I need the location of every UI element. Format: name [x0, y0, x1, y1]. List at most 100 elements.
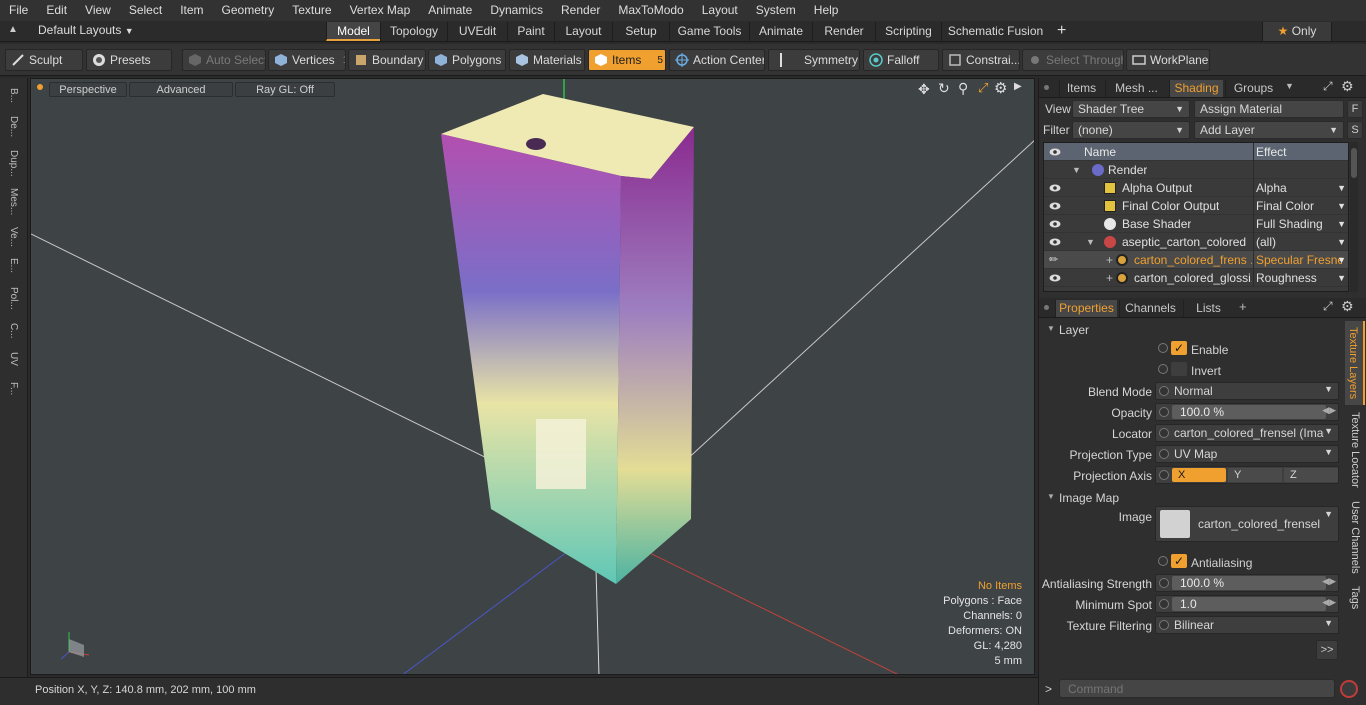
- axis-z-option[interactable]: Z: [1284, 468, 1338, 482]
- aa-strength-slider[interactable]: 100.0 % ◀▶: [1155, 574, 1339, 592]
- tree-row-effect[interactable]: Alpha: [1256, 179, 1336, 197]
- left-tab-deform[interactable]: De...: [4, 112, 22, 142]
- tab-paint[interactable]: Paint: [507, 22, 554, 41]
- menu-item[interactable]: Item: [171, 0, 212, 21]
- slider-arrows-icon[interactable]: ◀▶: [1322, 597, 1336, 608]
- more-button[interactable]: >>: [1316, 640, 1338, 660]
- add-layer-dropdown[interactable]: Add Layer ▼: [1194, 121, 1344, 139]
- min-spot-slider[interactable]: 1.0 ◀▶: [1155, 595, 1339, 613]
- add-tab-button[interactable]: +: [1239, 299, 1247, 314]
- left-tab-curve[interactable]: C...: [4, 318, 22, 344]
- menu-geometry[interactable]: Geometry: [213, 0, 284, 21]
- side-tab-texture-layers[interactable]: Texture Layers: [1345, 321, 1365, 405]
- keyframe-dot-icon[interactable]: [1159, 620, 1169, 630]
- menu-texture[interactable]: Texture: [283, 0, 340, 21]
- auto-select-button[interactable]: Auto Select: [182, 49, 266, 71]
- tab-lists[interactable]: Lists: [1183, 300, 1233, 317]
- eye-icon[interactable]: [1049, 218, 1061, 230]
- advanced-button[interactable]: Advanced: [129, 82, 233, 97]
- carton-model[interactable]: [441, 94, 694, 584]
- panel-menu-dot-icon[interactable]: [1044, 85, 1049, 90]
- column-effect[interactable]: Effect: [1256, 143, 1336, 161]
- antialiasing-checkbox[interactable]: ✓: [1155, 553, 1189, 571]
- left-tab-vertex[interactable]: Ve...: [4, 224, 22, 250]
- s-button[interactable]: S: [1347, 121, 1363, 139]
- viewport-menu-dot-icon[interactable]: [37, 84, 43, 90]
- menu-file[interactable]: File: [0, 0, 37, 21]
- menu-system[interactable]: System: [747, 0, 805, 21]
- items-button[interactable]: Items 5: [588, 49, 666, 71]
- opacity-slider[interactable]: 100.0 % ◀▶: [1155, 403, 1339, 421]
- layout-selector[interactable]: Default Layouts ▼: [38, 23, 134, 37]
- blend-mode-dropdown[interactable]: Normal ▼: [1155, 382, 1339, 400]
- assign-material-button[interactable]: Assign Material: [1194, 100, 1344, 118]
- side-tab-texture-locator[interactable]: Texture Locator: [1345, 409, 1365, 491]
- eye-icon[interactable]: [1049, 182, 1061, 194]
- menu-view[interactable]: View: [76, 0, 120, 21]
- symmetry-button[interactable]: Symmetry: [768, 49, 860, 71]
- panel-maximize-icon[interactable]: ⤢: [1323, 79, 1333, 94]
- chevron-down-icon[interactable]: ▼: [1337, 179, 1346, 197]
- keyframe-dot-icon[interactable]: [1158, 364, 1168, 374]
- workplane-button[interactable]: WorkPlane: [1126, 49, 1210, 71]
- menu-select[interactable]: Select: [120, 0, 171, 21]
- select-through-button[interactable]: Select Through: [1022, 49, 1124, 71]
- tree-row-effect[interactable]: Specular Fresnel: [1256, 251, 1342, 269]
- image-selector[interactable]: carton_colored_frensel ▼: [1155, 506, 1339, 542]
- tab-game-tools[interactable]: Game Tools: [669, 22, 749, 41]
- chevron-down-icon[interactable]: ▼: [1337, 197, 1346, 215]
- menu-render[interactable]: Render: [552, 0, 609, 21]
- tree-row-effect[interactable]: Final Color: [1256, 197, 1336, 215]
- tree-row-fresnel-texture[interactable]: ✏ + carton_colored_frens ... Specular Fr…: [1044, 251, 1348, 269]
- layout-arrow-icon[interactable]: ▲: [8, 24, 18, 35]
- f-button[interactable]: F: [1347, 100, 1363, 118]
- tabs-dropdown-icon[interactable]: ▼: [1285, 81, 1294, 91]
- menu-animate[interactable]: Animate: [419, 0, 481, 21]
- tree-row-alpha-output[interactable]: Alpha Output Alpha ▼: [1044, 179, 1348, 197]
- tab-setup[interactable]: Setup: [612, 22, 669, 41]
- perspective-button[interactable]: Perspective: [49, 82, 127, 97]
- tab-schematic-fusion[interactable]: Schematic Fusion: [941, 22, 1049, 41]
- eye-icon[interactable]: [1049, 200, 1061, 212]
- tree-row-effect[interactable]: Roughness: [1256, 269, 1336, 287]
- tab-render[interactable]: Render: [812, 22, 875, 41]
- tab-mesh[interactable]: Mesh ...: [1105, 80, 1167, 97]
- constraints-button[interactable]: Constrai...: [942, 49, 1020, 71]
- filter-dropdown[interactable]: (none) ▼: [1072, 121, 1190, 139]
- menu-edit[interactable]: Edit: [37, 0, 76, 21]
- tree-row-effect[interactable]: (all): [1256, 233, 1336, 251]
- tab-channels[interactable]: Channels: [1119, 300, 1181, 317]
- tab-scripting[interactable]: Scripting: [875, 22, 941, 41]
- tab-uvedit[interactable]: UVEdit: [447, 22, 507, 41]
- expand-arrow-icon[interactable]: ▼: [1072, 161, 1081, 179]
- move-view-icon[interactable]: ✥: [918, 81, 930, 98]
- viewport-expand-arrow-icon[interactable]: ▶: [1014, 81, 1022, 92]
- tree-row-material-mask[interactable]: ▼ aseptic_carton_colored ... (all) ▼: [1044, 233, 1348, 251]
- tree-scrollbar[interactable]: [1350, 142, 1358, 292]
- keyframe-dot-icon[interactable]: [1159, 470, 1169, 480]
- slider-arrows-icon[interactable]: ◀▶: [1322, 405, 1336, 416]
- keyframe-dot-icon[interactable]: [1159, 386, 1169, 396]
- menu-vertex-map[interactable]: Vertex Map: [341, 0, 420, 21]
- action-center-button[interactable]: Action Center: [669, 49, 765, 71]
- falloff-button[interactable]: Falloff: [863, 49, 939, 71]
- tab-topology[interactable]: Topology: [380, 22, 447, 41]
- projection-type-dropdown[interactable]: UV Map ▼: [1155, 445, 1339, 463]
- keyframe-dot-icon[interactable]: [1159, 599, 1169, 609]
- left-tab-duplicate[interactable]: Dup...: [4, 146, 22, 180]
- texture-filtering-dropdown[interactable]: Bilinear ▼: [1155, 616, 1339, 634]
- sculpt-button[interactable]: Sculpt: [5, 49, 83, 71]
- expand-plus-icon[interactable]: +: [1106, 269, 1113, 287]
- axis-y-option[interactable]: Y: [1228, 468, 1282, 482]
- viewport-settings-gear-icon[interactable]: ⚙: [994, 79, 1007, 97]
- tree-row-glossiness-texture[interactable]: + carton_colored_glossi... Roughness ▼: [1044, 269, 1348, 287]
- invert-checkbox[interactable]: [1155, 361, 1189, 379]
- only-button[interactable]: ★ Only: [1262, 22, 1332, 41]
- keyframe-dot-icon[interactable]: [1159, 428, 1169, 438]
- tree-row-render[interactable]: ▼ Render: [1044, 161, 1348, 179]
- keyframe-dot-icon[interactable]: [1158, 343, 1168, 353]
- left-tab-fusion[interactable]: F...: [4, 374, 22, 404]
- keyframe-dot-icon[interactable]: [1158, 556, 1168, 566]
- tab-items[interactable]: Items: [1059, 80, 1103, 97]
- side-tab-tags[interactable]: Tags: [1345, 583, 1365, 613]
